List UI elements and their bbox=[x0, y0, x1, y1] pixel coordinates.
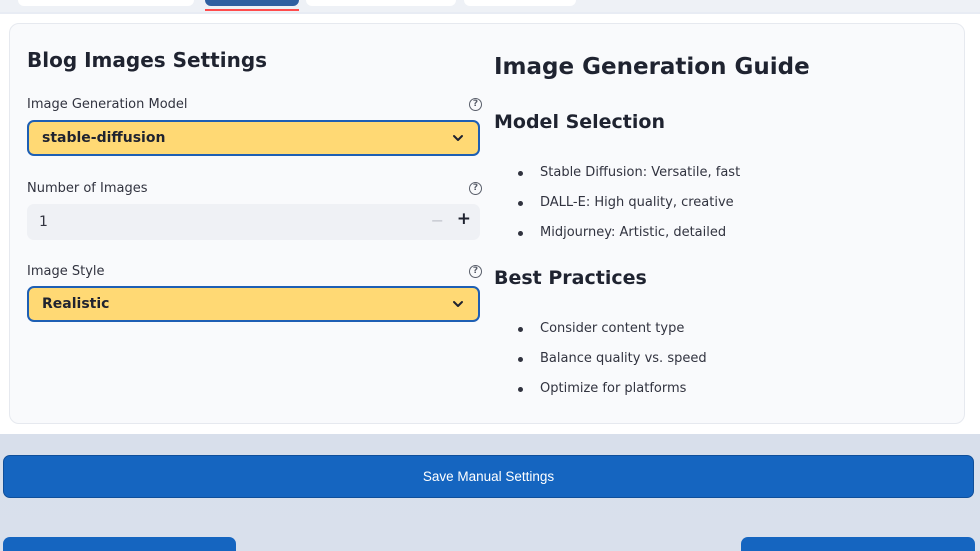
model-selection-list: Stable Diffusion: Versatile, fast DALL-E… bbox=[518, 163, 740, 252]
guide-title: Image Generation Guide bbox=[494, 54, 810, 80]
model-select-value: stable-diffusion bbox=[42, 130, 166, 146]
tab-2-active[interactable] bbox=[205, 0, 299, 6]
best-practices-heading: Best Practices bbox=[494, 267, 647, 289]
tab-3[interactable] bbox=[306, 0, 456, 6]
save-manual-settings-button[interactable]: Save Manual Settings bbox=[3, 455, 974, 498]
settings-title: Blog Images Settings bbox=[27, 48, 268, 72]
count-value: 1 bbox=[39, 214, 48, 230]
tab-1[interactable] bbox=[18, 0, 194, 6]
tab-4[interactable] bbox=[464, 0, 576, 6]
style-select-value: Realistic bbox=[42, 296, 110, 312]
help-icon[interactable]: ? bbox=[469, 182, 482, 195]
best-practices-list: Consider content type Balance quality vs… bbox=[518, 319, 707, 408]
chevron-down-icon bbox=[453, 301, 463, 307]
style-select[interactable]: Realistic bbox=[27, 286, 480, 322]
model-selection-heading: Model Selection bbox=[494, 111, 665, 133]
count-input[interactable]: 1 − + bbox=[27, 204, 480, 240]
model-select[interactable]: stable-diffusion bbox=[27, 120, 480, 156]
active-tab-indicator bbox=[205, 9, 299, 11]
settings-column: Blog Images Settings Image Generation Mo… bbox=[27, 24, 482, 423]
list-item: Midjourney: Artistic, detailed bbox=[518, 223, 740, 253]
list-item: DALL-E: High quality, creative bbox=[518, 193, 740, 223]
chevron-down-icon bbox=[453, 135, 463, 141]
back-button[interactable] bbox=[3, 537, 236, 551]
guide-column: Image Generation Guide Model Selection S… bbox=[494, 24, 954, 423]
next-button[interactable] bbox=[741, 537, 975, 551]
plus-icon[interactable]: + bbox=[457, 209, 471, 229]
model-label: Image Generation Model bbox=[27, 97, 188, 112]
list-item: Consider content type bbox=[518, 319, 707, 349]
style-label: Image Style bbox=[27, 264, 105, 279]
list-item: Optimize for platforms bbox=[518, 379, 707, 409]
list-item: Balance quality vs. speed bbox=[518, 349, 707, 379]
minus-icon[interactable]: − bbox=[431, 211, 444, 230]
settings-panel: Blog Images Settings Image Generation Mo… bbox=[0, 14, 980, 434]
count-label: Number of Images bbox=[27, 181, 148, 196]
help-icon[interactable]: ? bbox=[469, 98, 482, 111]
help-icon[interactable]: ? bbox=[469, 265, 482, 278]
settings-card: Blog Images Settings Image Generation Mo… bbox=[9, 23, 965, 424]
list-item: Stable Diffusion: Versatile, fast bbox=[518, 163, 740, 193]
tab-bar bbox=[0, 0, 980, 12]
